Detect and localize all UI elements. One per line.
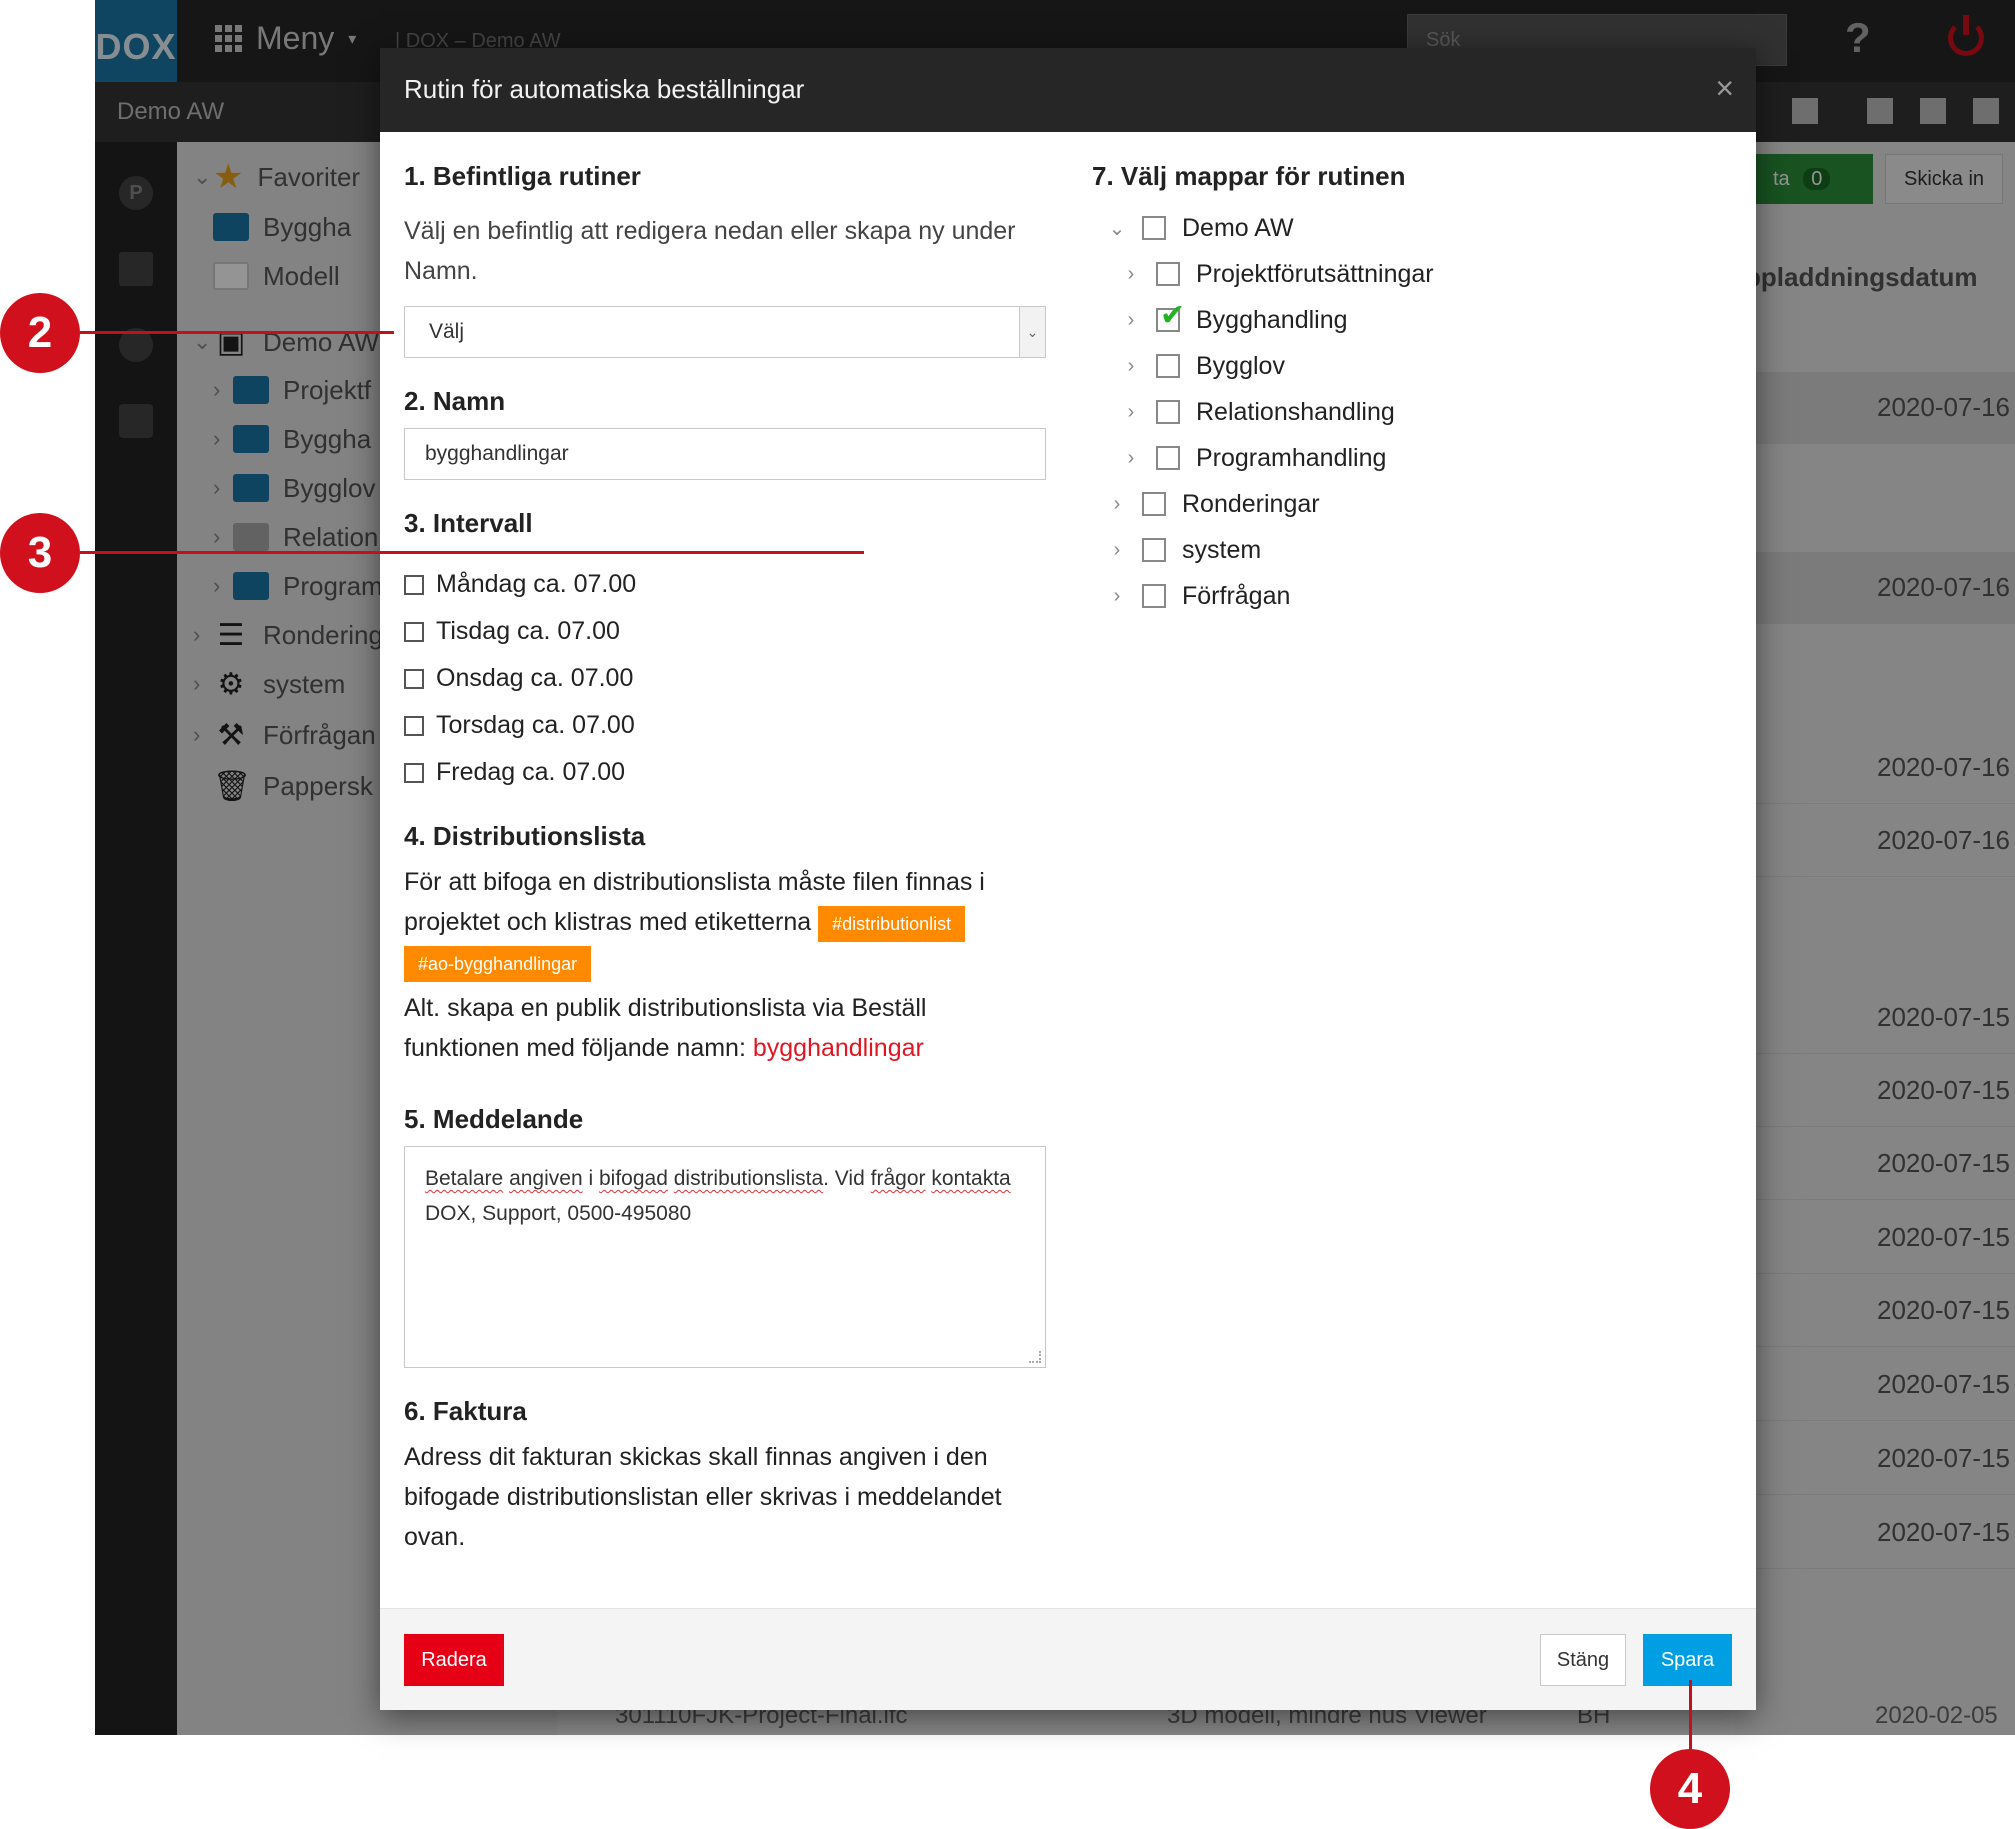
chevron-right-icon[interactable]: › <box>1120 401 1142 424</box>
existing-routines-help: Välj en befintlig att redigera nedan ell… <box>404 217 1016 285</box>
section-message-title: 5. Meddelande <box>404 1104 584 1134</box>
callout-line <box>1689 1680 1692 1752</box>
checkbox[interactable] <box>404 715 424 736</box>
folder-tree-item[interactable]: › Relationshandling <box>1120 392 1395 432</box>
delete-button[interactable]: Radera <box>404 1634 504 1686</box>
distribution-alt-help: Alt. skapa en publik distributionslista … <box>404 994 927 1062</box>
chevron-right-icon[interactable]: › <box>1120 309 1142 332</box>
folder-tree-item[interactable]: › Ronderingar <box>1106 484 1320 524</box>
distribution-name-link[interactable]: bygghandlingar <box>753 1034 924 1062</box>
dialog-title: Rutin för automatiska beställningar <box>404 74 805 104</box>
checkbox[interactable] <box>1142 538 1166 562</box>
section-folders-title: 7. Välj mappar för rutinen <box>1092 161 1406 191</box>
routine-name-input[interactable]: bygghandlingar <box>404 428 1046 480</box>
interval-tuesday[interactable]: Tisdag ca. 07.00 <box>404 617 620 646</box>
checkbox[interactable] <box>404 574 424 595</box>
checkbox[interactable] <box>1156 262 1180 286</box>
existing-routine-select[interactable]: Välj ⌄ <box>404 306 1046 358</box>
distribution-help: För att bifoga en distributionslista mås… <box>404 862 1064 982</box>
section-interval-title: 3. Intervall <box>404 508 533 538</box>
section-invoice-title: 6. Faktura <box>404 1396 527 1426</box>
folder-tree-item-demo-aw[interactable]: ⌄ Demo AW <box>1106 208 1294 248</box>
section-distribution-title: 4. Distributionslista <box>404 821 646 851</box>
folder-tree-item[interactable]: › Programhandling <box>1120 438 1387 478</box>
close-icon[interactable]: × <box>1715 70 1734 107</box>
interval-friday[interactable]: Fredag ca. 07.00 <box>404 758 625 787</box>
checkbox[interactable] <box>1156 354 1180 378</box>
checkbox[interactable] <box>1142 584 1166 608</box>
callout-line <box>80 331 394 334</box>
checkmark-icon: ✔ <box>1160 299 1186 332</box>
message-textarea[interactable]: Betalare angiven i bifogad distributions… <box>404 1146 1046 1368</box>
chevron-right-icon[interactable]: › <box>1120 263 1142 286</box>
chevron-right-icon[interactable]: › <box>1106 539 1128 562</box>
checkbox[interactable] <box>404 621 424 642</box>
interval-monday[interactable]: Måndag ca. 07.00 <box>404 570 636 599</box>
callout-line <box>80 551 864 554</box>
tag-distributionlist: #distributionlist <box>818 906 966 942</box>
checkbox[interactable] <box>1156 446 1180 470</box>
close-button[interactable]: Stäng <box>1540 1634 1626 1686</box>
checkbox[interactable] <box>1142 216 1166 240</box>
invoice-help: Adress dit fakturan skickas skall finnas… <box>404 1443 1002 1551</box>
tag-ao-bygghandlingar: #ao-bygghandlingar <box>404 946 592 982</box>
chevron-right-icon[interactable]: › <box>1106 493 1128 516</box>
section-name-title: 2. Namn <box>404 386 506 416</box>
callout-badge-2: 2 <box>0 293 80 373</box>
resize-handle[interactable] <box>1029 1351 1041 1363</box>
folder-tree-item[interactable]: › Förfrågan <box>1106 576 1291 616</box>
chevron-right-icon[interactable]: › <box>1120 355 1142 378</box>
section-existing-routines-title: 1. Befintliga rutiner <box>404 161 641 191</box>
chevron-right-icon[interactable]: › <box>1120 447 1142 470</box>
folder-tree-item[interactable]: › ✔ Bygghandling <box>1120 299 1348 340</box>
checkbox[interactable] <box>1156 400 1180 424</box>
dialog-header: Rutin för automatiska beställningar × <box>380 48 1756 132</box>
interval-thursday[interactable]: Torsdag ca. 07.00 <box>404 711 635 740</box>
checkbox[interactable] <box>404 762 424 783</box>
routine-dialog: Rutin för automatiska beställningar × 1.… <box>380 48 1756 1710</box>
callout-badge-4: 4 <box>1650 1749 1730 1829</box>
save-button[interactable]: Spara <box>1643 1634 1732 1686</box>
checkbox[interactable] <box>404 668 424 689</box>
checkbox[interactable] <box>1142 492 1166 516</box>
folder-tree-item[interactable]: › Bygglov <box>1120 346 1285 386</box>
chevron-right-icon[interactable]: › <box>1106 585 1128 608</box>
chevron-down-icon[interactable]: ⌄ <box>1106 216 1128 241</box>
chevron-down-icon: ⌄ <box>1019 307 1045 357</box>
interval-wednesday[interactable]: Onsdag ca. 07.00 <box>404 664 633 693</box>
checkbox-checked[interactable]: ✔ <box>1156 299 1185 332</box>
folder-tree-item[interactable]: › system <box>1106 530 1262 570</box>
folder-tree-item[interactable]: › Projektförutsättningar <box>1120 254 1434 294</box>
callout-badge-3: 3 <box>0 513 80 593</box>
